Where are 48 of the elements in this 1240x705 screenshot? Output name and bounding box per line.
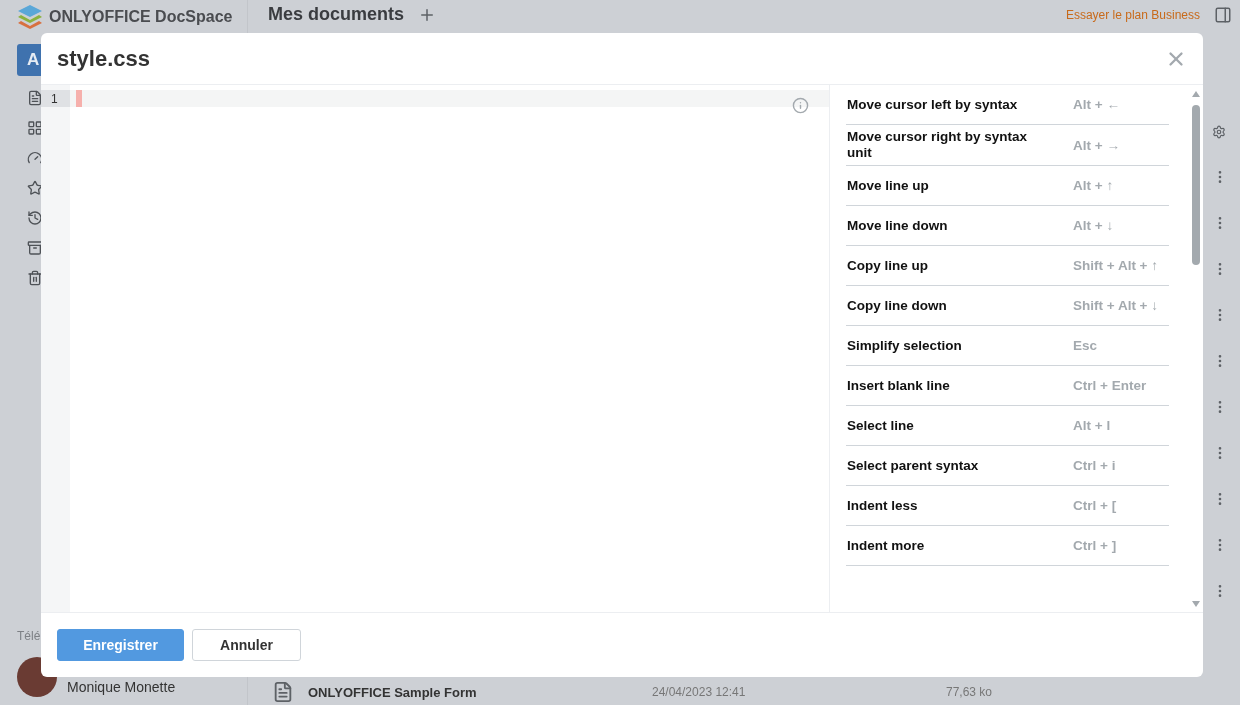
shortcut-name: Copy line down	[847, 296, 948, 315]
settings-icon[interactable]	[1212, 125, 1228, 139]
logo-icon	[17, 4, 43, 30]
shortcut-name: Move cursor left by syntax	[847, 95, 1019, 114]
shortcut-name: Move line up	[847, 176, 930, 195]
shortcut-name: Move line down	[847, 216, 949, 235]
dialog-title: style.css	[57, 45, 150, 72]
info-icon[interactable]	[792, 97, 809, 114]
star-icon[interactable]	[27, 180, 43, 196]
shortcut-keys: Alt + ↑	[1073, 178, 1114, 193]
shortcut-keys: Ctrl + Enter	[1073, 378, 1147, 393]
trash-icon[interactable]	[27, 270, 43, 286]
section-title: Mes documents	[268, 4, 405, 25]
shortcut-name: Indent less	[847, 496, 919, 515]
shortcut-keys: Shift + Alt + ↓	[1073, 298, 1158, 313]
shortcut-keys: Ctrl + i	[1073, 458, 1116, 473]
shortcut-keys: Ctrl + [	[1073, 498, 1117, 513]
document-icon[interactable]	[27, 90, 43, 106]
shortcut-name: Move cursor right by syntax unit	[847, 128, 1029, 162]
shortcut-keys: Alt + →	[1073, 137, 1120, 153]
shortcut-name: Simplify selection	[847, 336, 963, 355]
form-file-icon	[272, 681, 294, 703]
gauge-icon[interactable]	[27, 150, 43, 166]
shortcut-keys: Alt + ↓	[1073, 218, 1114, 233]
file-modified: 24/04/2023 12:41	[652, 685, 747, 699]
history-icon[interactable]	[27, 210, 43, 226]
shortcut-name: Select parent syntax	[847, 456, 980, 475]
shortcut-keys: Alt + l	[1073, 418, 1111, 433]
shortcut-keys: Ctrl + ]	[1073, 538, 1117, 553]
cancel-button[interactable]: Annuler	[192, 629, 301, 661]
panel-icon[interactable]	[1214, 5, 1232, 24]
text-cursor	[76, 90, 82, 107]
code-editor[interactable]: 1	[41, 85, 830, 612]
archive-icon[interactable]	[27, 240, 43, 256]
file-size: 77,63 ko	[946, 685, 994, 699]
download-label: Télé	[17, 629, 42, 643]
user-name: Monique Monette	[67, 679, 176, 695]
shortcut-keys: Esc	[1073, 338, 1098, 353]
shortcut-keys: Alt + ←	[1073, 97, 1120, 112]
file-name[interactable]: ONLYOFFICE Sample Form	[308, 684, 638, 700]
shortcut-name: Select line	[847, 416, 915, 435]
shortcut-name: Indent more	[847, 536, 926, 555]
grid-icon[interactable]	[27, 120, 43, 136]
line-number: 1	[41, 90, 70, 107]
shortcut-keys: Shift + Alt + ↑	[1073, 258, 1158, 273]
shortcut-name: Insert blank line	[847, 376, 951, 395]
brand-name: ONLYOFFICE DocSpace	[49, 8, 233, 26]
shortcut-name: Copy line up	[847, 256, 929, 275]
